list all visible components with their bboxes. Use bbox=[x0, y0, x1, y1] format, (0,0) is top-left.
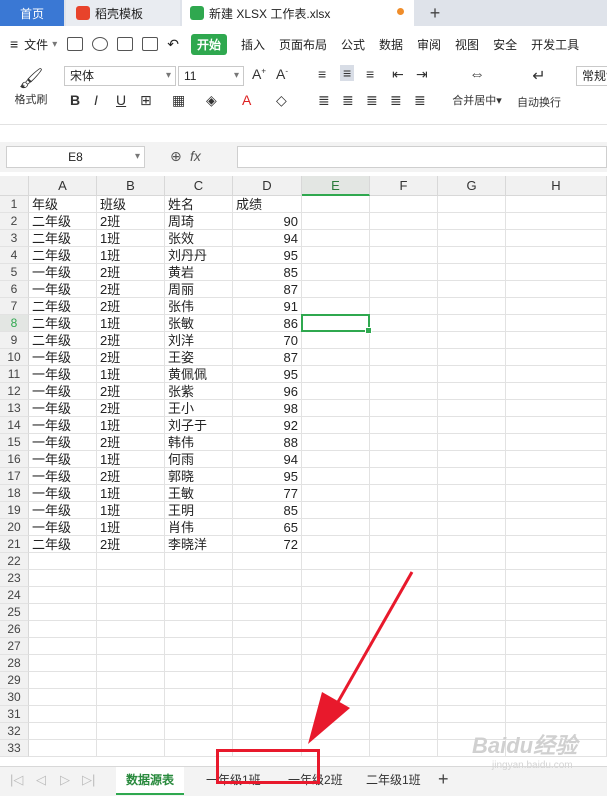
watermark: Baidu经验 bbox=[472, 733, 578, 758]
watermark-subtitle: jingyan.baidu.com bbox=[492, 760, 573, 771]
annotation-highlight-box bbox=[216, 749, 320, 784]
annotation-arrow bbox=[308, 571, 414, 744]
